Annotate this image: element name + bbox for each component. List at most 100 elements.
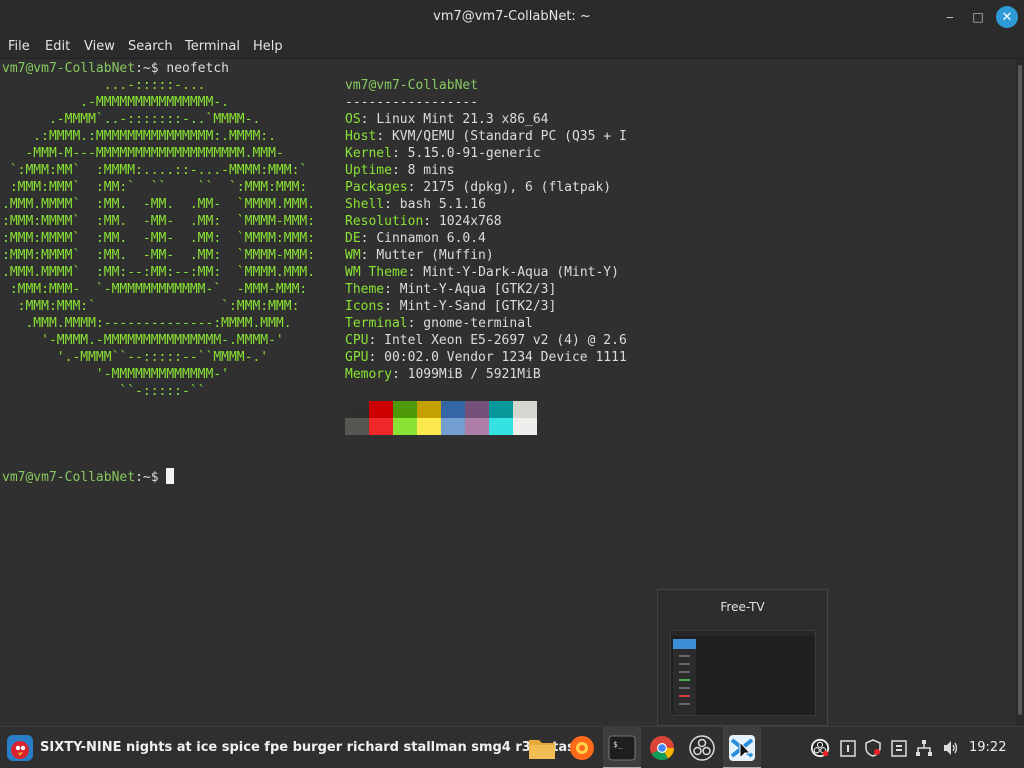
clock[interactable]: 19:22 <box>969 740 1006 755</box>
info-row: WM Theme: Mint-Y-Dark-Aqua (Mint-Y) <box>345 264 619 281</box>
logo-line: .-MMMM`..-:::::::-..`MMMM-. <box>2 112 261 127</box>
info-colon: : <box>423 214 439 229</box>
info-row: Memory: 1099MiB / 5921MiB <box>345 366 541 383</box>
menu-edit[interactable]: Edit <box>45 39 70 54</box>
info-key: WM Theme <box>345 265 408 280</box>
taskbar-panel: SIXTY-NINE nights at ice spice fpe burge… <box>0 726 1024 768</box>
color-swatch <box>417 401 441 418</box>
close-button[interactable]: ✕ <box>996 6 1018 28</box>
info-key: Theme <box>345 282 385 297</box>
menu-view[interactable]: View <box>84 39 115 54</box>
color-swatch <box>417 418 441 435</box>
info-value: 1099MiB / 5921MiB <box>407 367 541 382</box>
menu-file[interactable]: File <box>8 39 30 54</box>
info-row: DE: Cinnamon 6.0.4 <box>345 230 486 247</box>
color-swatch <box>489 401 513 418</box>
info-key: Host <box>345 129 377 144</box>
logo-line: ``-:::::-`` <box>2 384 206 399</box>
info-row: Shell: bash 5.1.16 <box>345 196 486 213</box>
preview-thumbnail[interactable] <box>670 630 816 716</box>
menu-terminal[interactable]: Terminal <box>185 39 240 54</box>
info-key: WM <box>345 248 361 263</box>
info-value: 5.15.0-91-generic <box>407 146 541 161</box>
terminal-icon[interactable]: $_ <box>607 733 637 763</box>
info-header: vm7@vm7-CollabNet <box>345 78 479 93</box>
info-colon: : <box>360 231 377 246</box>
logo-line: .-MMMMMMMMMMMMMMM-. <box>2 95 229 110</box>
logo-line: .MMM.MMMM:--------------:MMMM.MMM. <box>2 316 292 331</box>
active-window-label[interactable]: SIXTY-NINE nights at ice spice fpe burge… <box>40 740 584 755</box>
logo-line: .MMM.MMMM` :MM:--:MM:--:MM: `MMMM.MMM. <box>2 265 316 280</box>
color-swatch <box>465 401 489 418</box>
window-preview-popup[interactable]: Free-TV <box>657 589 828 726</box>
info-key: Terminal <box>345 316 408 331</box>
obs-icon[interactable] <box>687 733 717 763</box>
color-swatch <box>345 401 369 418</box>
info-value: Cinnamon 6.0.4 <box>376 231 486 246</box>
network-icon[interactable] <box>914 738 934 758</box>
logo-line: -MMM-M---MMMMMMMMMMMMMMMMMMM.MMM- <box>2 146 284 161</box>
info-value: Mutter (Muffin) <box>376 248 494 263</box>
info-colon: : <box>391 367 408 382</box>
info-value: gnome-terminal <box>423 316 533 331</box>
info-value: 00:02.0 Vendor 1234 Device 1111 <box>384 350 627 365</box>
logo-line: .MMM.MMMM` :MM. -MM. .MM- `MMMM.MMM. <box>2 197 316 212</box>
chrome-icon[interactable] <box>647 733 677 763</box>
free-tv-icon[interactable] <box>727 733 757 763</box>
info-colon: : <box>376 129 392 144</box>
obs-tray-icon[interactable] <box>810 738 830 758</box>
color-swatch <box>513 418 537 435</box>
info-value: Intel Xeon E5-2697 v2 (4) @ 2.6 <box>384 333 627 348</box>
info-value: bash 5.1.16 <box>399 197 486 212</box>
volume-icon[interactable] <box>941 738 961 758</box>
info-colon: : <box>407 316 424 331</box>
logo-line: '-MMMMMMMMMMMMM-' <box>2 367 229 382</box>
prompt-line[interactable]: vm7@vm7-CollabNet:~$ <box>2 468 175 485</box>
text-cursor <box>166 468 175 484</box>
notes-tray-icon[interactable] <box>838 738 858 758</box>
info-colon: : <box>360 112 377 127</box>
command-text: neofetch <box>166 61 229 76</box>
info-value: KVM/QEMU (Standard PC (Q35 + I <box>391 129 627 144</box>
info-row: Resolution: 1024x768 <box>345 213 502 230</box>
angry-bird-app-icon[interactable] <box>5 733 35 763</box>
info-colon: : <box>384 197 400 212</box>
logo-line: :MMM:MMM` :MM:` `` `` `:MMM:MMM: <box>2 180 308 195</box>
info-row: Icons: Mint-Y-Sand [GTK2/3] <box>345 298 556 315</box>
info-row: Kernel: 5.15.0-91-generic <box>345 145 541 162</box>
files-icon[interactable] <box>527 733 557 763</box>
info-colon: : <box>360 248 377 263</box>
info-colon: : <box>391 146 408 161</box>
clipboard-tray-icon[interactable] <box>889 738 909 758</box>
logo-line: :MMM:MMMM` :MM. -MM- .MM: `MMMM:MMM: <box>2 231 316 246</box>
thumbnail-sidebar <box>673 639 696 715</box>
window-titlebar[interactable]: vm7@vm7-CollabNet: ~ ‒ □ ✕ <box>0 0 1024 34</box>
info-key: Packages <box>345 180 408 195</box>
color-swatch <box>441 401 465 418</box>
info-key: Memory <box>345 367 392 382</box>
menu-search[interactable]: Search <box>128 39 173 54</box>
maximize-button[interactable]: □ <box>968 7 988 27</box>
menu-help[interactable]: Help <box>253 39 283 54</box>
info-row: Terminal: gnome-terminal <box>345 315 533 332</box>
info-colon: : <box>368 333 385 348</box>
scrollbar-thumb[interactable] <box>1018 65 1022 715</box>
shield-tray-icon[interactable] <box>863 738 883 758</box>
info-row: Host: KVM/QEMU (Standard PC (Q35 + I <box>345 128 627 145</box>
terminal-area[interactable]: vm7@vm7-CollabNet:~$ neofetch ...-:::::-… <box>0 59 1016 726</box>
prompt-user: vm7@vm7-CollabNet <box>2 470 136 485</box>
command-line: vm7@vm7-CollabNet:~$ neofetch <box>2 60 229 77</box>
menu-bar: File Edit View Search Terminal Help <box>0 34 1024 59</box>
minimize-button[interactable]: ‒ <box>940 7 960 27</box>
info-key: DE <box>345 231 361 246</box>
logo-line: :MMM:MMMM` :MM. -MM- .MM: `MMMM-MMM: <box>2 214 316 229</box>
logo-line: '-MMMM.-MMMMMMMMMMMMMMM-.MMMM-' <box>2 333 284 348</box>
firefox-icon[interactable] <box>567 733 597 763</box>
info-value: Mint-Y-Dark-Aqua (Mint-Y) <box>423 265 619 280</box>
info-key: Shell <box>345 197 385 212</box>
logo-line: :MMM:MMMM` :MM. -MM- .MM: `MMMM-MMM: <box>2 248 316 263</box>
window-title: vm7@vm7-CollabNet: ~ <box>433 9 591 24</box>
logo-line: '.-MMMM``--:::::--``MMMM-.' <box>2 350 269 365</box>
terminal-scrollbar[interactable] <box>1016 59 1024 726</box>
info-value: 2175 (dpkg), 6 (flatpak) <box>423 180 612 195</box>
